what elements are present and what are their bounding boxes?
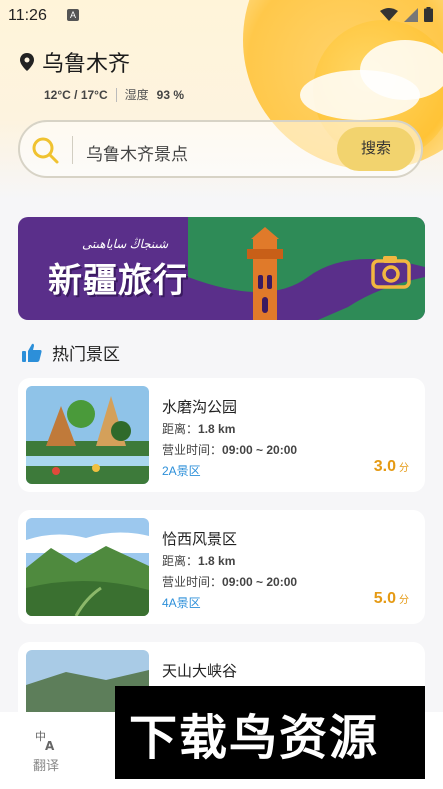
hours-label: 营业时间： bbox=[162, 443, 223, 457]
spot-score: 5.0 分 bbox=[374, 590, 409, 608]
score-value: 5.0 bbox=[373, 590, 396, 607]
spot-hours: 营业时间：09:00 ~ 20:00 bbox=[162, 573, 297, 590]
distance-value: 1.8 km bbox=[198, 554, 236, 568]
location-row[interactable]: 乌鲁木齐 bbox=[20, 46, 130, 78]
spot-image bbox=[26, 518, 149, 616]
location-pin-icon bbox=[20, 53, 34, 71]
spot-card[interactable]: 水磨沟公园 距离：1.8 km 营业时间：09:00 ~ 20:00 2A景区 … bbox=[18, 378, 425, 492]
wifi-icon bbox=[380, 7, 398, 21]
nav-translate-label: 翻译 bbox=[32, 758, 59, 773]
thumbs-up-icon bbox=[22, 343, 42, 362]
svg-text:A: A bbox=[45, 739, 55, 752]
spot-grade: 2A景区 bbox=[162, 464, 201, 478]
watermark-overlay: 下载鸟资源 bbox=[115, 686, 425, 779]
distance-value: 1.8 km bbox=[198, 422, 236, 436]
promo-banner[interactable]: شىنجاڭ ساياھىتى 新疆旅行 bbox=[18, 217, 425, 320]
temperature: 12°C / 17°C bbox=[44, 87, 108, 102]
hours-value: 09:00 ~ 20:00 bbox=[222, 575, 298, 589]
status-time: 11:26 bbox=[8, 7, 47, 24]
score-value: 3.0 bbox=[373, 458, 396, 475]
spot-hours: 营业时间：09:00 ~ 20:00 bbox=[162, 441, 297, 458]
section-header: 热门景区 bbox=[22, 340, 120, 365]
score-unit: 分 bbox=[399, 463, 409, 474]
cloud-decoration bbox=[360, 40, 443, 100]
nav-translate[interactable]: 中 A 翻译 bbox=[28, 728, 64, 774]
translate-icon: 中 A bbox=[35, 730, 55, 753]
spot-distance: 距离：1.8 km bbox=[162, 420, 235, 437]
search-button[interactable]: 搜索 bbox=[337, 127, 415, 171]
divider bbox=[115, 87, 117, 102]
watermark-text: 下载鸟资源 bbox=[129, 712, 380, 765]
spot-image bbox=[26, 386, 149, 484]
distance-label: 距离： bbox=[162, 422, 199, 436]
signal-icon bbox=[404, 7, 418, 22]
spot-name: 水磨沟公园 bbox=[162, 399, 238, 416]
battery-icon bbox=[424, 7, 433, 22]
search-input[interactable]: 乌鲁木齐景点 bbox=[86, 140, 188, 165]
humidity-label: 湿度 bbox=[124, 88, 149, 102]
status-bar: 11:26 A bbox=[0, 0, 443, 32]
banner-title: 新疆旅行 bbox=[48, 262, 188, 300]
hours-label: 营业时间： bbox=[162, 575, 223, 589]
notification-icon: A bbox=[67, 9, 79, 21]
score-unit: 分 bbox=[399, 595, 409, 606]
spot-distance: 距离：1.8 km bbox=[162, 552, 235, 569]
spot-card[interactable]: 恰西风景区 距离：1.8 km 营业时间：09:00 ~ 20:00 4A景区 … bbox=[18, 510, 425, 624]
spot-name: 恰西风景区 bbox=[162, 531, 238, 548]
search-bar[interactable]: 乌鲁木齐景点 搜索 bbox=[18, 120, 423, 178]
spot-name: 天山大峡谷 bbox=[162, 663, 238, 680]
weather-info: 12°C / 17°C 湿度 93 % bbox=[44, 86, 184, 103]
hours-value: 09:00 ~ 20:00 bbox=[222, 443, 298, 457]
banner-script-text: شىنجاڭ ساياھىتى bbox=[82, 237, 169, 251]
search-divider bbox=[72, 136, 73, 164]
section-title: 热门景区 bbox=[52, 345, 120, 364]
city-name: 乌鲁木齐 bbox=[42, 51, 131, 76]
spot-score: 3.0 分 bbox=[374, 458, 409, 476]
distance-label: 距离： bbox=[162, 554, 199, 568]
humidity-value: 93 % bbox=[156, 87, 185, 102]
spot-grade: 4A景区 bbox=[162, 596, 201, 610]
search-icon bbox=[32, 137, 59, 164]
